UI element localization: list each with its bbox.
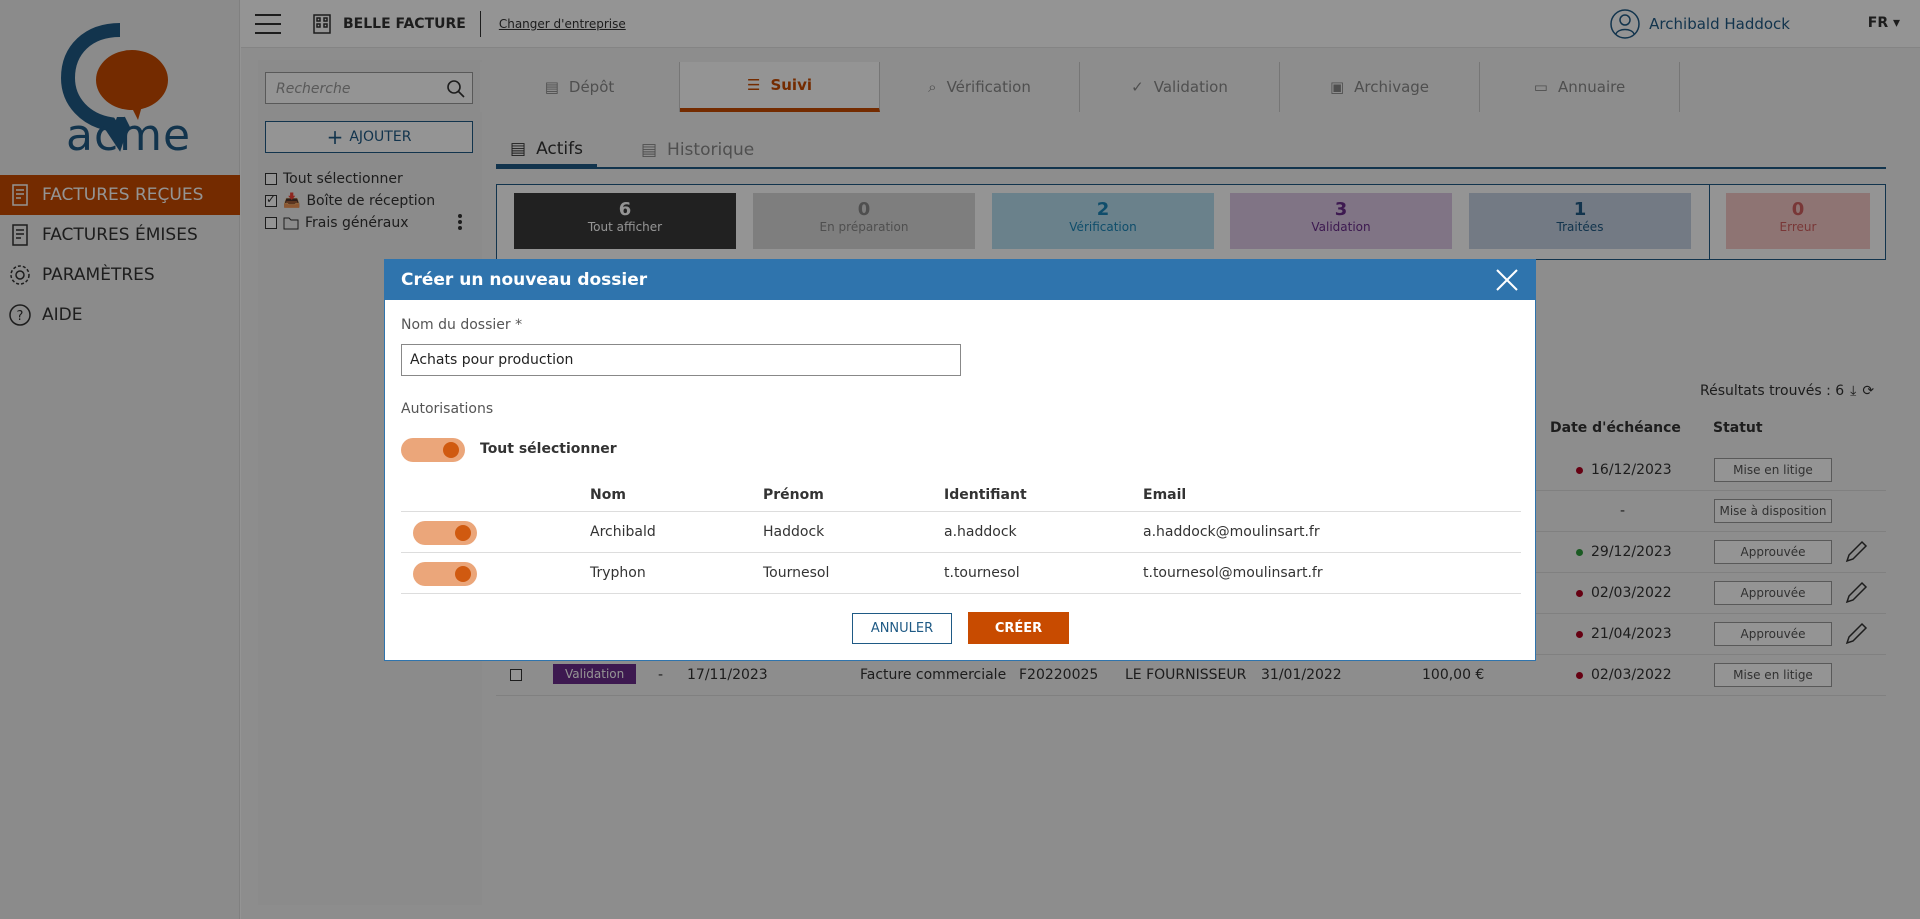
column-header-identifiant: Identifiant: [944, 487, 1027, 503]
toggle-knob: [443, 442, 459, 458]
cancel-button[interactable]: ANNULER: [852, 613, 952, 644]
cell-prenom: Haddock: [763, 524, 825, 540]
cell-email: t.tournesol@moulinsart.fr: [1143, 565, 1323, 581]
folder-name-label: Nom du dossier *: [401, 317, 523, 333]
column-header-nom: Nom: [590, 487, 626, 503]
cell-nom: Tryphon: [590, 565, 646, 581]
create-button[interactable]: CRÉER: [968, 612, 1069, 644]
close-icon[interactable]: [1493, 266, 1521, 294]
cell-nom: Archibald: [590, 524, 656, 540]
cell-identifiant: a.haddock: [944, 524, 1017, 540]
toggle-knob: [455, 525, 471, 541]
column-header-prenom: Prénom: [763, 487, 824, 503]
permission-toggle[interactable]: [413, 521, 477, 545]
column-header-email: Email: [1143, 487, 1187, 503]
cell-prenom: Tournesol: [763, 565, 830, 581]
select-all-toggle[interactable]: [401, 438, 465, 462]
select-all-label: Tout sélectionner: [480, 441, 617, 457]
permission-toggle[interactable]: [413, 562, 477, 586]
folder-name-input[interactable]: [401, 344, 961, 376]
permissions-table: Nom Prénom Identifiant Email Archibald H…: [401, 478, 1521, 594]
permissions-label: Autorisations: [401, 401, 494, 417]
table-header: Nom Prénom Identifiant Email: [401, 478, 1521, 512]
create-folder-dialog: Créer un nouveau dossier Nom du dossier …: [384, 259, 1536, 661]
table-row: Archibald Haddock a.haddock a.haddock@mo…: [401, 512, 1521, 553]
dialog-title: Créer un nouveau dossier: [401, 270, 648, 290]
dialog-body: Nom du dossier * Autorisations Tout séle…: [385, 300, 1535, 660]
cell-identifiant: t.tournesol: [944, 565, 1020, 581]
cell-email: a.haddock@moulinsart.fr: [1143, 524, 1320, 540]
toggle-knob: [455, 566, 471, 582]
dialog-header: Créer un nouveau dossier: [385, 260, 1535, 300]
table-row: Tryphon Tournesol t.tournesol t.tourneso…: [401, 553, 1521, 594]
